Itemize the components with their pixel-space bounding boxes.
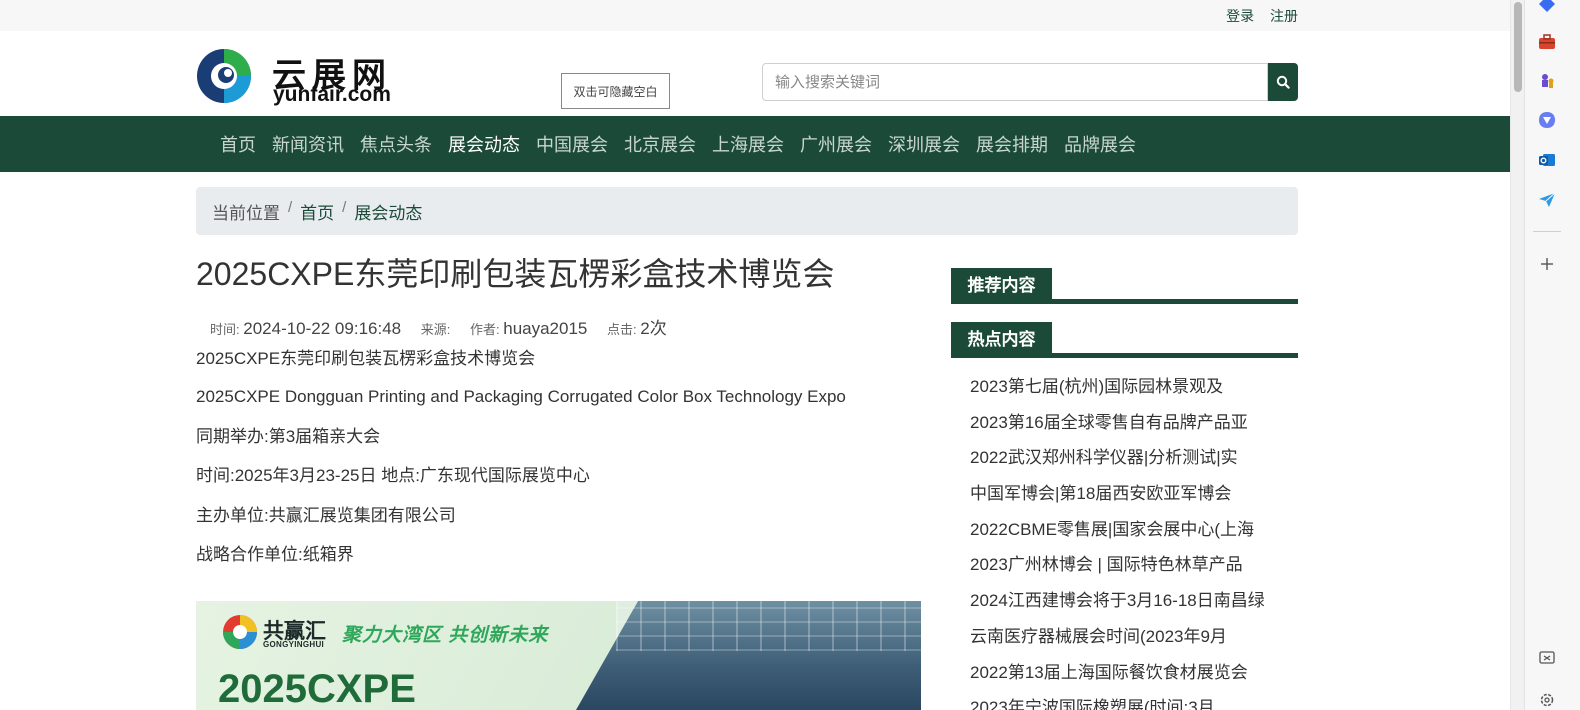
nav-item-beijing-expo[interactable]: 北京展会 xyxy=(616,131,704,157)
nav-item-expo-news[interactable]: 展会动态 xyxy=(440,131,528,157)
breadcrumb-separator: / xyxy=(288,198,293,216)
search-box xyxy=(762,63,1298,101)
hot-list: 2023第七届(杭州)国际园林景观及 2023第16届全球零售自有品牌产品亚 2… xyxy=(970,374,1265,710)
banner-brand-en: GONGYINGHUI xyxy=(263,640,325,649)
breadcrumb-separator: / xyxy=(342,198,347,216)
account-links: 登录 注册 xyxy=(1214,6,1298,26)
meta-author: huaya2015 xyxy=(503,319,588,338)
banner-slogan: 聚力大湾区 共创新未来 xyxy=(342,625,549,646)
banner-ceiling-grid xyxy=(616,601,921,651)
nav-item-headlines[interactable]: 焦点头条 xyxy=(352,131,440,157)
site-header: 云展网 yunfair.com 双击可隐藏空白 xyxy=(0,31,1510,116)
copilot-icon[interactable] xyxy=(1537,110,1557,130)
meta-source-label: 来源: xyxy=(420,322,451,337)
breadcrumb-home-link[interactable]: 首页 xyxy=(300,199,334,224)
hot-list-item[interactable]: 中国军博会|第18届西安欧亚军博会 xyxy=(970,481,1265,517)
search-icon xyxy=(1276,75,1290,89)
meta-time: 2024-10-22 09:16:48 xyxy=(243,319,402,338)
hot-list-item[interactable]: 2024江西建博会将于3月16-18日南昌绿 xyxy=(970,588,1265,624)
article: 2025CXPE东莞印刷包装瓦楞彩盒技术博览会 时间: 2024-10-22 0… xyxy=(196,252,922,564)
chess-icon[interactable] xyxy=(1537,71,1557,91)
hot-list-item[interactable]: 2023年宁波国际橡塑展(时间:3月 xyxy=(970,695,1265,710)
recommend-section-title: 推荐内容 xyxy=(951,268,1052,299)
nav-item-guangzhou-expo[interactable]: 广州展会 xyxy=(792,131,880,157)
browser-side-rail xyxy=(1524,0,1580,710)
nav-item-home[interactable]: 首页 xyxy=(212,131,264,157)
browser-page: 登录 注册 云展网 yunfair.com 双击可隐藏空白 输入搜索关键词 首页… xyxy=(0,0,1510,710)
article-paragraph: 时间:2025年3月23-25日 地点:广东现代国际展览中心 xyxy=(196,466,590,485)
nav-item-schedule[interactable]: 展会排期 xyxy=(968,131,1056,157)
article-paragraph: 同期举办:第3届箱亲大会 xyxy=(196,427,381,446)
gongyinghui-logo-icon xyxy=(223,615,257,649)
nav-item-china-expo[interactable]: 中国展会 xyxy=(528,131,616,157)
breadcrumb-label: 当前位置 xyxy=(212,203,280,223)
hot-list-item[interactable]: 云南医疗器械展会时间(2023年9月 xyxy=(970,624,1265,660)
recommend-section-header: 推荐内容 xyxy=(951,268,1298,304)
article-paragraph: 2025CXPE东莞印刷包装瓦楞彩盒技术博览会 xyxy=(196,349,536,368)
hide-blank-button[interactable]: 双击可隐藏空白 xyxy=(561,73,670,109)
meta-time-label: 时间: xyxy=(210,322,240,337)
article-banner-image: 共赢汇 GONGYINGHUI 聚力大湾区 共创新未来 2025CXPE xyxy=(196,601,921,710)
hot-list-item[interactable]: 2022CBME零售展|国家会展中心(上海 xyxy=(970,517,1265,553)
logo-swirl-icon xyxy=(197,49,251,103)
hot-list-item[interactable]: 2023第16届全球零售自有品牌产品亚 xyxy=(970,410,1265,446)
nav-item-news[interactable]: 新闻资讯 xyxy=(264,131,352,157)
meta-clicks-label: 点击: xyxy=(607,322,637,337)
screenshot-icon[interactable] xyxy=(1537,648,1557,668)
article-meta: 时间: 2024-10-22 09:16:48 来源: 作者: huaya201… xyxy=(196,314,922,339)
breadcrumb: 当前位置 / 首页 / 展会动态 xyxy=(196,187,1298,235)
diamond-icon[interactable] xyxy=(1537,0,1557,14)
page-scrollbar[interactable] xyxy=(1510,0,1524,710)
logo-text-en: yunfair.com xyxy=(273,83,391,106)
hot-list-item[interactable]: 2023广州林博会 | 国际特色林草产品 xyxy=(970,552,1265,588)
search-button[interactable] xyxy=(1268,63,1298,101)
hot-section-header: 热点内容 xyxy=(951,322,1298,358)
meta-author-label: 作者: xyxy=(469,322,500,337)
outlook-icon[interactable] xyxy=(1537,150,1557,170)
article-title: 2025CXPE东莞印刷包装瓦楞彩盒技术博览会 xyxy=(196,256,835,292)
banner-headline: 2025CXPE xyxy=(218,667,416,710)
nav-list: 首页 新闻资讯 焦点头条 展会动态 中国展会 北京展会 上海展会 广州展会 深圳… xyxy=(212,116,1144,172)
scrollbar-thumb[interactable] xyxy=(1514,2,1522,92)
rail-divider xyxy=(1533,231,1561,232)
main-nav: 首页 新闻资讯 焦点头条 展会动态 中国展会 北京展会 上海展会 广州展会 深圳… xyxy=(0,116,1510,172)
nav-item-brand-expo[interactable]: 品牌展会 xyxy=(1056,131,1144,157)
settings-icon[interactable] xyxy=(1537,690,1557,710)
hot-list-item[interactable]: 2023第七届(杭州)国际园林景观及 xyxy=(970,374,1265,410)
login-link[interactable]: 登录 xyxy=(1226,8,1254,24)
hot-section-title: 热点内容 xyxy=(951,322,1052,353)
article-paragraph: 2025CXPE Dongguan Printing and Packaging… xyxy=(196,387,846,406)
article-paragraph: 战略合作单位:纸箱界 xyxy=(196,545,354,564)
breadcrumb-current-link[interactable]: 展会动态 xyxy=(354,199,422,224)
send-icon[interactable] xyxy=(1537,190,1557,210)
search-input[interactable] xyxy=(762,63,1268,101)
nav-item-shenzhen-expo[interactable]: 深圳展会 xyxy=(880,131,968,157)
register-link[interactable]: 注册 xyxy=(1270,8,1298,24)
add-icon[interactable] xyxy=(1537,254,1557,274)
nav-item-shanghai-expo[interactable]: 上海展会 xyxy=(704,131,792,157)
meta-clicks: 2次 xyxy=(640,319,667,338)
article-paragraph: 主办单位:共赢汇展览集团有限公司 xyxy=(196,506,456,525)
toolbox-icon[interactable] xyxy=(1537,32,1557,52)
site-logo[interactable]: 云展网 yunfair.com xyxy=(196,48,406,108)
hot-list-item[interactable]: 2022武汉郑州科学仪器|分析测试|实 xyxy=(970,445,1265,481)
top-bar: 登录 注册 xyxy=(0,0,1510,31)
hot-list-item[interactable]: 2022第13届上海国际餐饮食材展览会 xyxy=(970,660,1265,696)
